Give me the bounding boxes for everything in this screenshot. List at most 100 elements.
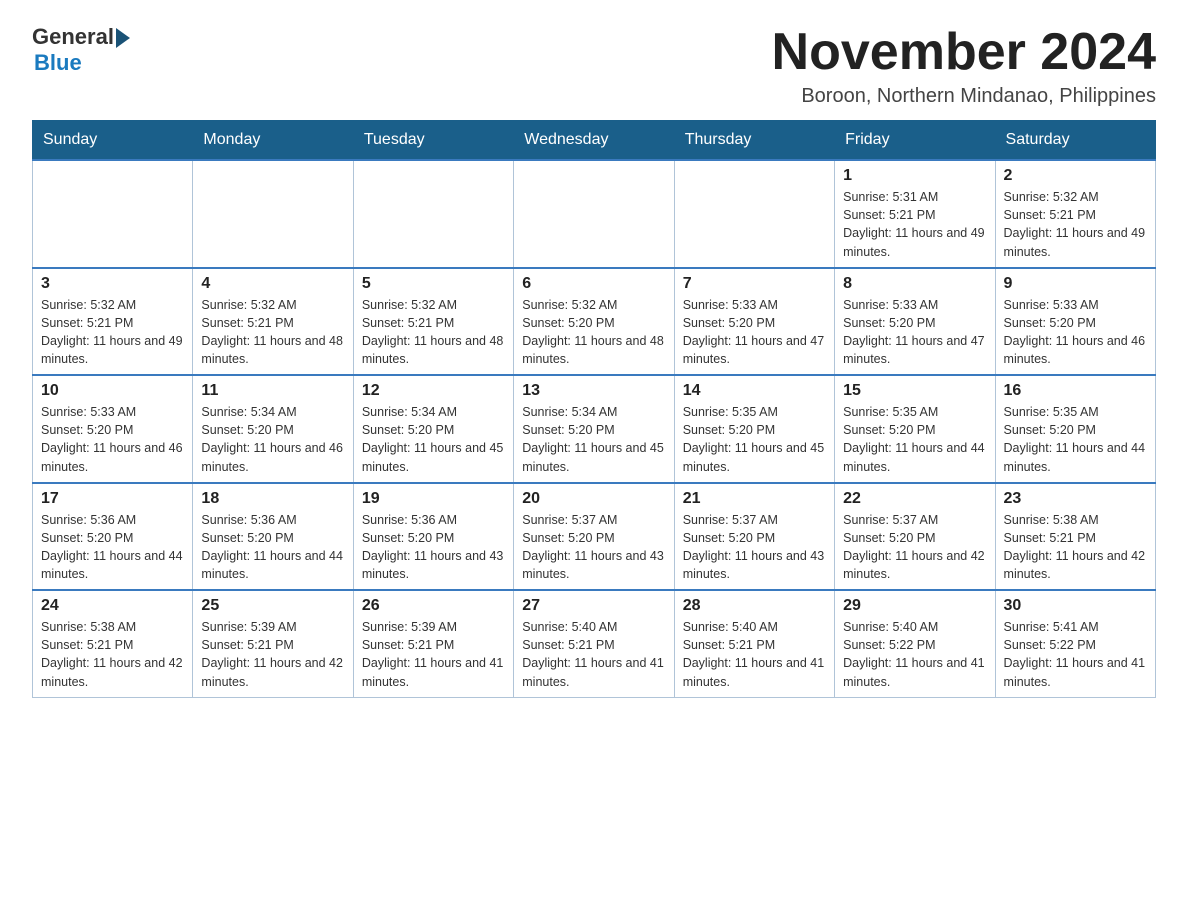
- day-number: 23: [1004, 490, 1147, 508]
- calendar-cell: [193, 160, 353, 268]
- day-info: Sunrise: 5:35 AM Sunset: 5:20 PM Dayligh…: [1004, 403, 1147, 476]
- calendar-cell: 13 Sunrise: 5:34 AM Sunset: 5:20 PM Dayli…: [514, 375, 674, 483]
- calendar-week-row: 10 Sunrise: 5:33 AM Sunset: 5:20 PM Dayli…: [33, 375, 1156, 483]
- day-number: 25: [201, 597, 344, 615]
- day-info: Sunrise: 5:32 AM Sunset: 5:21 PM Dayligh…: [41, 296, 184, 369]
- day-number: 21: [683, 490, 826, 508]
- calendar-week-row: 3 Sunrise: 5:32 AM Sunset: 5:21 PM Daylig…: [33, 268, 1156, 376]
- calendar-cell: 23 Sunrise: 5:38 AM Sunset: 5:21 PM Dayli…: [995, 483, 1155, 591]
- day-info: Sunrise: 5:39 AM Sunset: 5:21 PM Dayligh…: [362, 618, 505, 691]
- calendar-cell: 14 Sunrise: 5:35 AM Sunset: 5:20 PM Dayli…: [674, 375, 834, 483]
- day-info: Sunrise: 5:40 AM Sunset: 5:22 PM Dayligh…: [843, 618, 986, 691]
- logo: General Blue: [32, 24, 130, 76]
- day-info: Sunrise: 5:40 AM Sunset: 5:21 PM Dayligh…: [683, 618, 826, 691]
- calendar-cell: 27 Sunrise: 5:40 AM Sunset: 5:21 PM Dayli…: [514, 590, 674, 697]
- day-number: 3: [41, 275, 184, 293]
- calendar-cell: 15Sunrise: 5:35 AM Sunset: 5:20 PM Dayli…: [835, 375, 995, 483]
- day-info: Sunrise: 5:34 AM Sunset: 5:20 PM Dayligh…: [522, 403, 665, 476]
- calendar-cell: 20 Sunrise: 5:37 AM Sunset: 5:20 PM Dayli…: [514, 483, 674, 591]
- day-number: 22: [843, 490, 986, 508]
- day-number: 6: [522, 275, 665, 293]
- calendar-cell: [514, 160, 674, 268]
- title-block: November 2024 Boroon, Northern Mindanao,…: [772, 24, 1156, 108]
- day-number: 29: [843, 597, 986, 615]
- calendar-cell: 29 Sunrise: 5:40 AM Sunset: 5:22 PM Dayli…: [835, 590, 995, 697]
- day-info: Sunrise: 5:32 AM Sunset: 5:21 PM Dayligh…: [1004, 188, 1147, 261]
- day-info: Sunrise: 5:37 AM Sunset: 5:20 PM Dayligh…: [683, 511, 826, 584]
- col-header-sunday: Sunday: [33, 121, 193, 161]
- calendar-cell: [353, 160, 513, 268]
- day-info: Sunrise: 5:38 AM Sunset: 5:21 PM Dayligh…: [1004, 511, 1147, 584]
- day-info: Sunrise: 5:37 AM Sunset: 5:20 PM Dayligh…: [522, 511, 665, 584]
- day-number: 5: [362, 275, 505, 293]
- day-number: 16: [1004, 382, 1147, 400]
- calendar-header-row: SundayMondayTuesdayWednesdayThursdayFrid…: [33, 121, 1156, 161]
- day-number: 10: [41, 382, 184, 400]
- day-info: Sunrise: 5:32 AM Sunset: 5:21 PM Dayligh…: [362, 296, 505, 369]
- calendar-cell: [674, 160, 834, 268]
- calendar-cell: 24 Sunrise: 5:38 AM Sunset: 5:21 PM Dayli…: [33, 590, 193, 697]
- calendar-cell: 8Sunrise: 5:33 AM Sunset: 5:20 PM Daylig…: [835, 268, 995, 376]
- col-header-tuesday: Tuesday: [353, 121, 513, 161]
- calendar-week-row: 17 Sunrise: 5:36 AM Sunset: 5:20 PM Dayli…: [33, 483, 1156, 591]
- col-header-monday: Monday: [193, 121, 353, 161]
- day-number: 8: [843, 275, 986, 293]
- day-info: Sunrise: 5:36 AM Sunset: 5:20 PM Dayligh…: [41, 511, 184, 584]
- day-number: 12: [362, 382, 505, 400]
- day-info: Sunrise: 5:34 AM Sunset: 5:20 PM Dayligh…: [201, 403, 344, 476]
- calendar-cell: 18 Sunrise: 5:36 AM Sunset: 5:20 PM Dayli…: [193, 483, 353, 591]
- day-number: 14: [683, 382, 826, 400]
- calendar-cell: 7Sunrise: 5:33 AM Sunset: 5:20 PM Daylig…: [674, 268, 834, 376]
- day-info: Sunrise: 5:31 AM Sunset: 5:21 PM Dayligh…: [843, 188, 986, 261]
- calendar-cell: 2 Sunrise: 5:32 AM Sunset: 5:21 PM Daylig…: [995, 160, 1155, 268]
- calendar-cell: 5 Sunrise: 5:32 AM Sunset: 5:21 PM Daylig…: [353, 268, 513, 376]
- day-number: 4: [201, 275, 344, 293]
- day-info: Sunrise: 5:40 AM Sunset: 5:21 PM Dayligh…: [522, 618, 665, 691]
- logo-blue-text: Blue: [34, 50, 130, 76]
- day-number: 1: [843, 167, 986, 185]
- calendar-cell: 6Sunrise: 5:32 AM Sunset: 5:20 PM Daylig…: [514, 268, 674, 376]
- calendar-cell: 16 Sunrise: 5:35 AM Sunset: 5:20 PM Dayli…: [995, 375, 1155, 483]
- calendar-cell: 3 Sunrise: 5:32 AM Sunset: 5:21 PM Daylig…: [33, 268, 193, 376]
- col-header-thursday: Thursday: [674, 121, 834, 161]
- day-number: 11: [201, 382, 344, 400]
- day-number: 13: [522, 382, 665, 400]
- col-header-friday: Friday: [835, 121, 995, 161]
- day-number: 17: [41, 490, 184, 508]
- day-info: Sunrise: 5:35 AM Sunset: 5:20 PM Dayligh…: [843, 403, 986, 476]
- day-info: Sunrise: 5:34 AM Sunset: 5:20 PM Dayligh…: [362, 403, 505, 476]
- day-info: Sunrise: 5:35 AM Sunset: 5:20 PM Dayligh…: [683, 403, 826, 476]
- day-info: Sunrise: 5:38 AM Sunset: 5:21 PM Dayligh…: [41, 618, 184, 691]
- month-title: November 2024: [772, 24, 1156, 81]
- calendar-cell: 12 Sunrise: 5:34 AM Sunset: 5:20 PM Dayli…: [353, 375, 513, 483]
- calendar-cell: 1 Sunrise: 5:31 AM Sunset: 5:21 PM Daylig…: [835, 160, 995, 268]
- calendar-cell: 17 Sunrise: 5:36 AM Sunset: 5:20 PM Dayli…: [33, 483, 193, 591]
- day-number: 28: [683, 597, 826, 615]
- day-number: 19: [362, 490, 505, 508]
- day-number: 9: [1004, 275, 1147, 293]
- calendar-cell: [33, 160, 193, 268]
- day-number: 18: [201, 490, 344, 508]
- calendar-cell: 10 Sunrise: 5:33 AM Sunset: 5:20 PM Dayli…: [33, 375, 193, 483]
- calendar-table: SundayMondayTuesdayWednesdayThursdayFrid…: [32, 120, 1156, 698]
- logo-general-text: General: [32, 24, 114, 50]
- day-number: 27: [522, 597, 665, 615]
- col-header-saturday: Saturday: [995, 121, 1155, 161]
- calendar-cell: 25 Sunrise: 5:39 AM Sunset: 5:21 PM Dayli…: [193, 590, 353, 697]
- calendar-week-row: 1 Sunrise: 5:31 AM Sunset: 5:21 PM Daylig…: [33, 160, 1156, 268]
- page-header: General Blue November 2024 Boroon, North…: [32, 24, 1156, 108]
- day-info: Sunrise: 5:32 AM Sunset: 5:21 PM Dayligh…: [201, 296, 344, 369]
- day-number: 2: [1004, 167, 1147, 185]
- calendar-cell: 26 Sunrise: 5:39 AM Sunset: 5:21 PM Dayli…: [353, 590, 513, 697]
- location-title: Boroon, Northern Mindanao, Philippines: [772, 85, 1156, 108]
- day-info: Sunrise: 5:33 AM Sunset: 5:20 PM Dayligh…: [1004, 296, 1147, 369]
- calendar-cell: 21 Sunrise: 5:37 AM Sunset: 5:20 PM Dayli…: [674, 483, 834, 591]
- logo-arrow-icon: [116, 28, 130, 48]
- day-info: Sunrise: 5:39 AM Sunset: 5:21 PM Dayligh…: [201, 618, 344, 691]
- day-info: Sunrise: 5:36 AM Sunset: 5:20 PM Dayligh…: [201, 511, 344, 584]
- day-info: Sunrise: 5:33 AM Sunset: 5:20 PM Dayligh…: [41, 403, 184, 476]
- day-number: 20: [522, 490, 665, 508]
- day-number: 26: [362, 597, 505, 615]
- calendar-cell: 11 Sunrise: 5:34 AM Sunset: 5:20 PM Dayli…: [193, 375, 353, 483]
- day-number: 24: [41, 597, 184, 615]
